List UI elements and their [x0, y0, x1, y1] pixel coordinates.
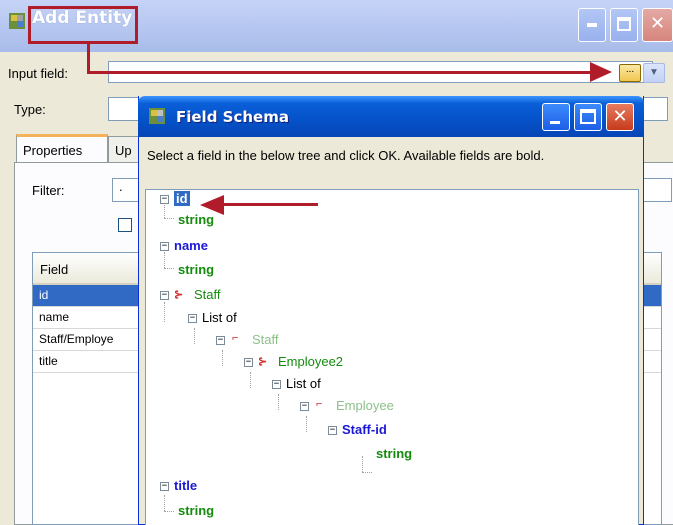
field-schema-titlebar[interactable]: Field Schema ✕ — [138, 96, 644, 137]
grid-cell: title — [39, 354, 58, 368]
tree-node-label: id — [174, 191, 190, 206]
close-icon: ✕ — [649, 13, 666, 34]
annotation-arrow-line — [87, 71, 592, 74]
collapse-icon[interactable]: − — [188, 314, 197, 323]
filter-label: Filter: — [32, 183, 65, 198]
tree-node-label: List of — [286, 376, 321, 391]
dialog-instructions: Select a field in the below tree and cli… — [147, 148, 545, 163]
minimize-icon — [587, 23, 597, 27]
app-icon — [149, 108, 165, 124]
tab-properties[interactable]: Properties — [16, 134, 108, 162]
collapse-icon[interactable]: − — [160, 242, 169, 251]
app-icon — [9, 13, 25, 29]
tree-connector — [250, 372, 251, 388]
field-schema-dialog: Field Schema ✕ Select a field in the bel… — [138, 96, 644, 525]
annotation-arrow-line — [222, 203, 318, 206]
annotation-arrow-head — [200, 195, 224, 215]
minimize-button[interactable] — [578, 8, 606, 42]
dialog-minimize-button[interactable] — [542, 103, 570, 131]
type-label: Type: — [14, 102, 46, 117]
tree-node-label: Staff — [252, 332, 279, 347]
tree-node-type[interactable]: string — [178, 262, 214, 280]
tree-node-label: Staff — [194, 287, 221, 302]
tree-node-type[interactable]: string — [178, 503, 214, 521]
dialog-close-button[interactable]: ✕ — [606, 103, 634, 131]
collapse-icon[interactable]: − — [300, 402, 309, 411]
close-button[interactable]: ✕ — [642, 8, 673, 42]
tree-connector — [306, 416, 307, 432]
grid-cell: Staff/Employe — [39, 332, 114, 346]
tree-node-label: List of — [202, 310, 237, 325]
element-icon: ⌐ — [232, 332, 239, 344]
title-annotation-box — [28, 6, 138, 44]
grid-header-field: Field — [40, 262, 69, 277]
tree-node-label: Employee — [336, 398, 394, 413]
tree-node-label: title — [174, 478, 198, 493]
dropdown-button[interactable]: ▼ — [643, 63, 665, 83]
tree-connector — [222, 350, 223, 366]
tree-connector — [362, 456, 363, 472]
close-icon: ✕ — [612, 106, 628, 127]
collapse-icon[interactable]: − — [272, 380, 281, 389]
tree-node-label: Staff-id — [342, 422, 387, 437]
maximize-button[interactable] — [610, 8, 638, 42]
dialog-maximize-button[interactable] — [574, 103, 602, 131]
field-tree: − id string − name string − ⊱ Staff − Li… — [145, 189, 639, 525]
grid-cell: id — [39, 288, 49, 302]
tree-connector — [164, 302, 165, 322]
tree-node-label: name — [174, 238, 208, 253]
annotation-arrow-stem — [87, 44, 90, 72]
collapse-icon[interactable]: − — [160, 195, 169, 204]
tree-connector — [164, 252, 165, 268]
tree-connector — [164, 495, 165, 511]
browse-button[interactable]: ... — [619, 64, 641, 82]
collapse-icon[interactable]: − — [216, 336, 225, 345]
tree-connector — [194, 328, 195, 344]
minimize-icon — [550, 121, 560, 124]
tree-connector — [164, 218, 174, 219]
field-schema-title: Field Schema — [176, 108, 289, 126]
complex-type-icon: ⊱ — [174, 289, 184, 301]
tree-connector — [164, 202, 165, 218]
filter-value: . — [119, 179, 123, 194]
maximize-icon — [617, 17, 631, 31]
collapse-icon[interactable]: − — [160, 482, 169, 491]
tree-connector — [164, 268, 174, 269]
grid-cell: name — [39, 310, 70, 324]
collapse-icon[interactable]: − — [244, 358, 253, 367]
tree-connector — [362, 472, 372, 473]
collapse-icon[interactable]: − — [160, 291, 169, 300]
input-field-label: Input field: — [8, 66, 68, 81]
complex-type-icon: ⊱ — [258, 356, 268, 368]
tree-connector — [278, 394, 279, 410]
screen: Add Entity ✕ Input field: ... ▼ Type: Pr… — [0, 0, 673, 525]
checkbox[interactable] — [118, 218, 132, 232]
maximize-icon — [580, 109, 596, 124]
collapse-icon[interactable]: − — [328, 426, 337, 435]
tree-node-label: Employee2 — [278, 354, 344, 369]
tree-node-type[interactable]: string — [376, 446, 412, 464]
tree-connector — [164, 511, 174, 512]
element-icon: ⌐ — [316, 398, 323, 410]
dropdown-icon: ▼ — [649, 67, 659, 78]
annotation-arrow-head — [590, 62, 612, 82]
